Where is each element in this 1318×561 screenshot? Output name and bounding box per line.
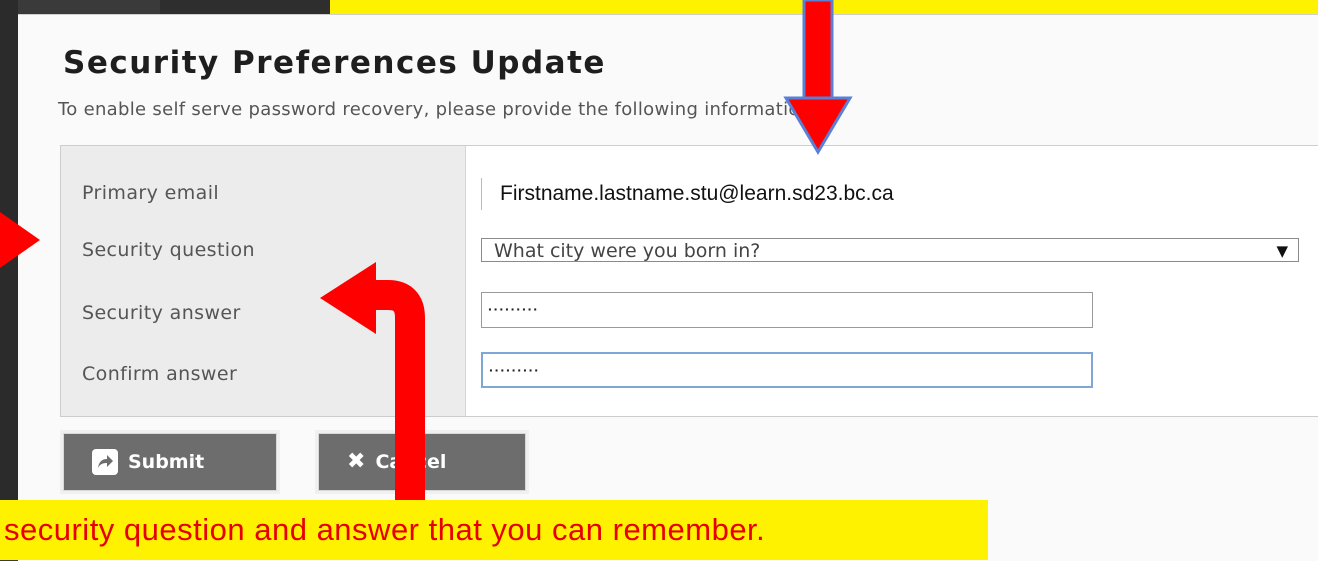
arrow-right-to-question xyxy=(0,212,40,268)
arrow-curved-to-answer xyxy=(320,262,425,500)
annotation-arrows xyxy=(0,0,853,500)
arrow-down-to-email xyxy=(783,0,853,155)
